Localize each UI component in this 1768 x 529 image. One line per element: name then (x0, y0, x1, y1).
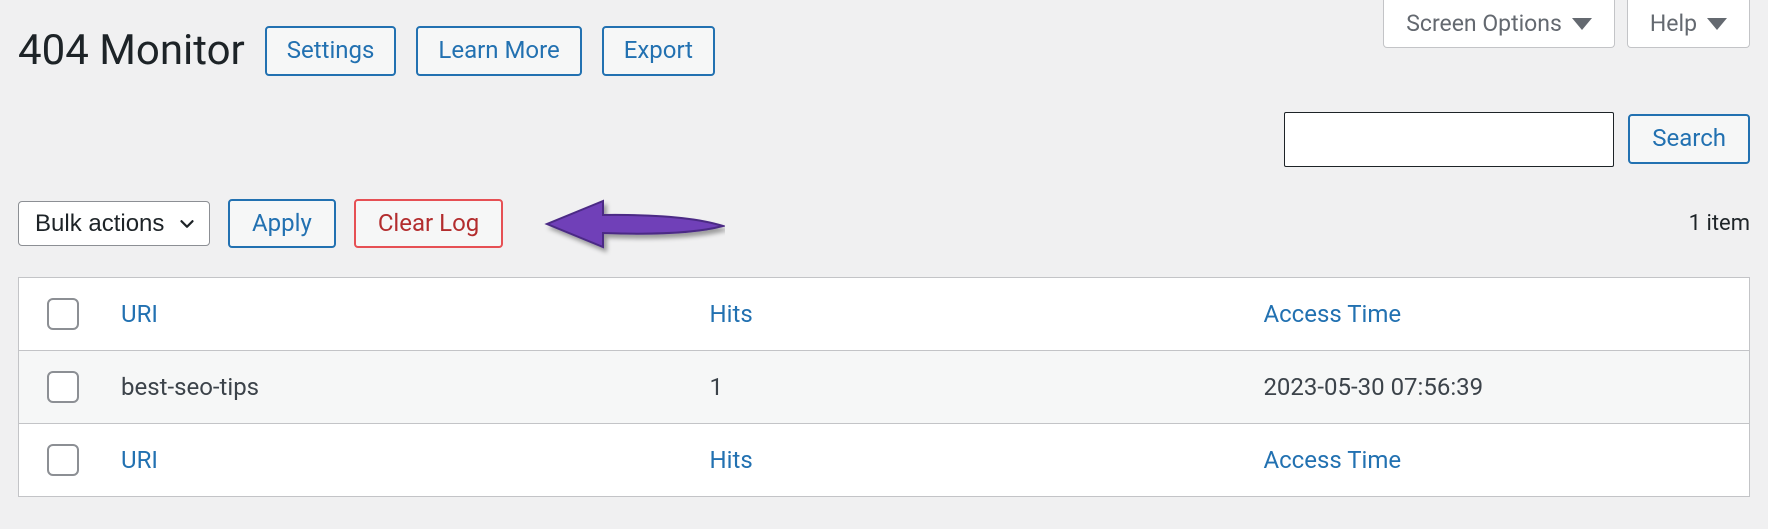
search-button[interactable]: Search (1628, 114, 1750, 164)
export-button[interactable]: Export (602, 26, 715, 76)
log-table: URI Hits Access Time best-seo-tips 1 202… (18, 277, 1750, 497)
chevron-down-icon (1707, 18, 1727, 30)
cell-uri: best-seo-tips (107, 350, 696, 423)
column-hits-bottom[interactable]: Hits (710, 446, 753, 474)
table-row: best-seo-tips 1 2023-05-30 07:56:39 (19, 350, 1750, 423)
clear-log-button[interactable]: Clear Log (354, 199, 503, 249)
column-access-time[interactable]: Access Time (1263, 300, 1401, 328)
column-uri-bottom[interactable]: URI (121, 446, 158, 474)
cell-access-time: 2023-05-30 07:56:39 (1249, 350, 1749, 423)
learn-more-button[interactable]: Learn More (416, 26, 581, 76)
bulk-actions-select[interactable]: Bulk actions (18, 201, 210, 246)
screen-options-toggle[interactable]: Screen Options (1383, 0, 1615, 48)
column-uri[interactable]: URI (121, 300, 158, 328)
column-access-time-bottom[interactable]: Access Time (1263, 446, 1401, 474)
select-all-checkbox-bottom[interactable] (47, 444, 79, 476)
help-label: Help (1650, 10, 1697, 37)
page-title: 404 Monitor (18, 26, 245, 75)
screen-options-label: Screen Options (1406, 10, 1562, 37)
table-body: best-seo-tips 1 2023-05-30 07:56:39 (19, 350, 1750, 423)
column-hits[interactable]: Hits (710, 300, 753, 328)
search-input[interactable] (1284, 112, 1614, 167)
annotation-arrow-icon (535, 189, 725, 259)
help-toggle[interactable]: Help (1627, 0, 1750, 48)
cell-hits: 1 (696, 350, 1250, 423)
row-checkbox[interactable] (47, 371, 79, 403)
item-count: 1 item (1689, 211, 1750, 236)
apply-button[interactable]: Apply (228, 199, 336, 249)
settings-button[interactable]: Settings (265, 26, 397, 76)
select-all-checkbox[interactable] (47, 298, 79, 330)
chevron-down-icon (1572, 18, 1592, 30)
